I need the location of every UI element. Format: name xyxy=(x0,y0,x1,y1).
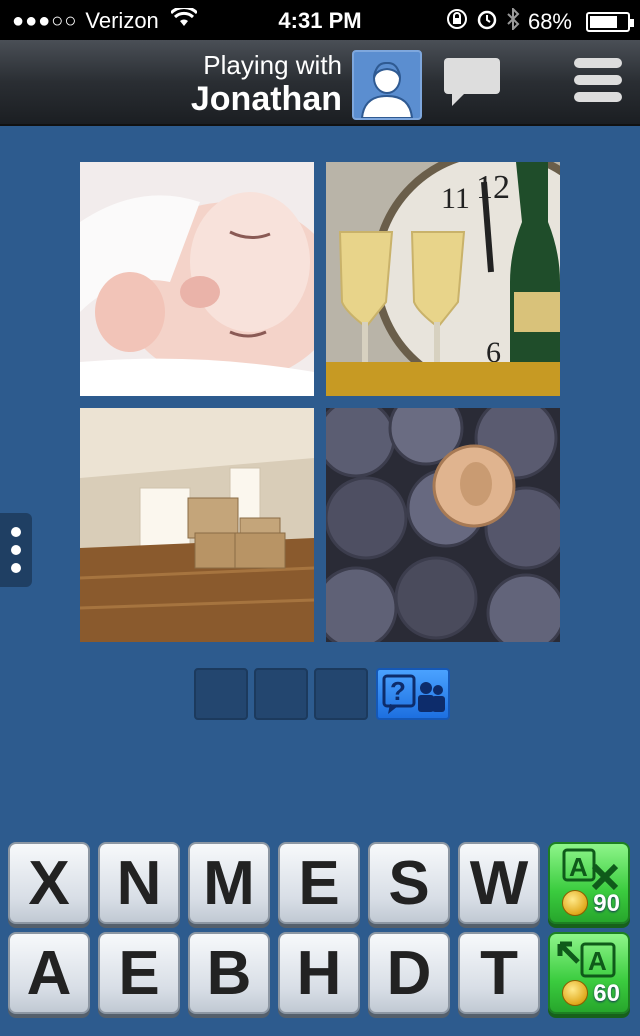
remove-letters-button[interactable]: A 90 xyxy=(548,842,630,924)
letter-tile[interactable]: M xyxy=(188,842,270,924)
letter-tile[interactable]: D xyxy=(368,932,450,1014)
letter-tile[interactable]: S xyxy=(368,842,450,924)
bluetooth-icon xyxy=(506,6,520,36)
battery-icon xyxy=(586,12,634,32)
letter-tile[interactable]: T xyxy=(458,932,540,1014)
answer-slot[interactable] xyxy=(254,668,308,720)
game-header: Playing with Jonathan xyxy=(0,40,640,126)
remove-letters-cost: 90 xyxy=(593,890,620,917)
answer-slot[interactable] xyxy=(194,668,248,720)
letter-tile[interactable]: E xyxy=(278,842,360,924)
svg-text:A: A xyxy=(588,946,607,976)
letter-tile[interactable]: W xyxy=(458,842,540,924)
opponent-name: Jonathan xyxy=(190,80,342,118)
chat-icon[interactable] xyxy=(442,56,502,108)
coin-icon xyxy=(562,980,588,1006)
letter-tile[interactable]: A xyxy=(8,932,90,1014)
puzzle-image-baby xyxy=(80,162,314,396)
remove-letter-icon: A xyxy=(562,848,619,891)
coin-icon xyxy=(562,890,588,916)
opponent-avatar[interactable] xyxy=(352,50,422,120)
letter-tile[interactable]: H xyxy=(278,932,360,1014)
playing-with-label: Playing with xyxy=(203,50,342,80)
letter-tile[interactable]: E xyxy=(98,932,180,1014)
letter-tile[interactable]: N xyxy=(98,842,180,924)
svg-text:A: A xyxy=(569,852,588,882)
reveal-letter-button[interactable]: A 60 xyxy=(548,932,630,1014)
reveal-letter-cost: 60 xyxy=(593,980,620,1007)
reveal-letter-icon: A xyxy=(557,941,616,978)
alarm-icon xyxy=(476,8,498,36)
answer-slot[interactable] xyxy=(314,668,368,720)
puzzle-image-champagne: 12 11 6 xyxy=(326,162,560,396)
letter-tile[interactable]: B xyxy=(188,932,270,1014)
ask-friend-button[interactable]: ? xyxy=(376,668,450,720)
menu-icon[interactable] xyxy=(574,58,622,106)
question-people-icon: ? xyxy=(382,674,445,714)
status-bar: ●●●○○ Verizon 4:31 PM 68% xyxy=(0,0,640,40)
puzzle-image-empty-room xyxy=(80,408,314,642)
svg-text:?: ? xyxy=(390,676,406,706)
person-icon xyxy=(360,61,414,118)
puzzle-image-pennies xyxy=(326,408,560,642)
letter-tile[interactable]: X xyxy=(8,842,90,924)
orientation-lock-icon xyxy=(446,8,468,36)
battery-percent: 68% xyxy=(527,9,572,34)
svg-text:12: 12 xyxy=(476,169,510,206)
side-menu-handle[interactable] xyxy=(0,513,32,587)
svg-text:11: 11 xyxy=(441,182,470,215)
